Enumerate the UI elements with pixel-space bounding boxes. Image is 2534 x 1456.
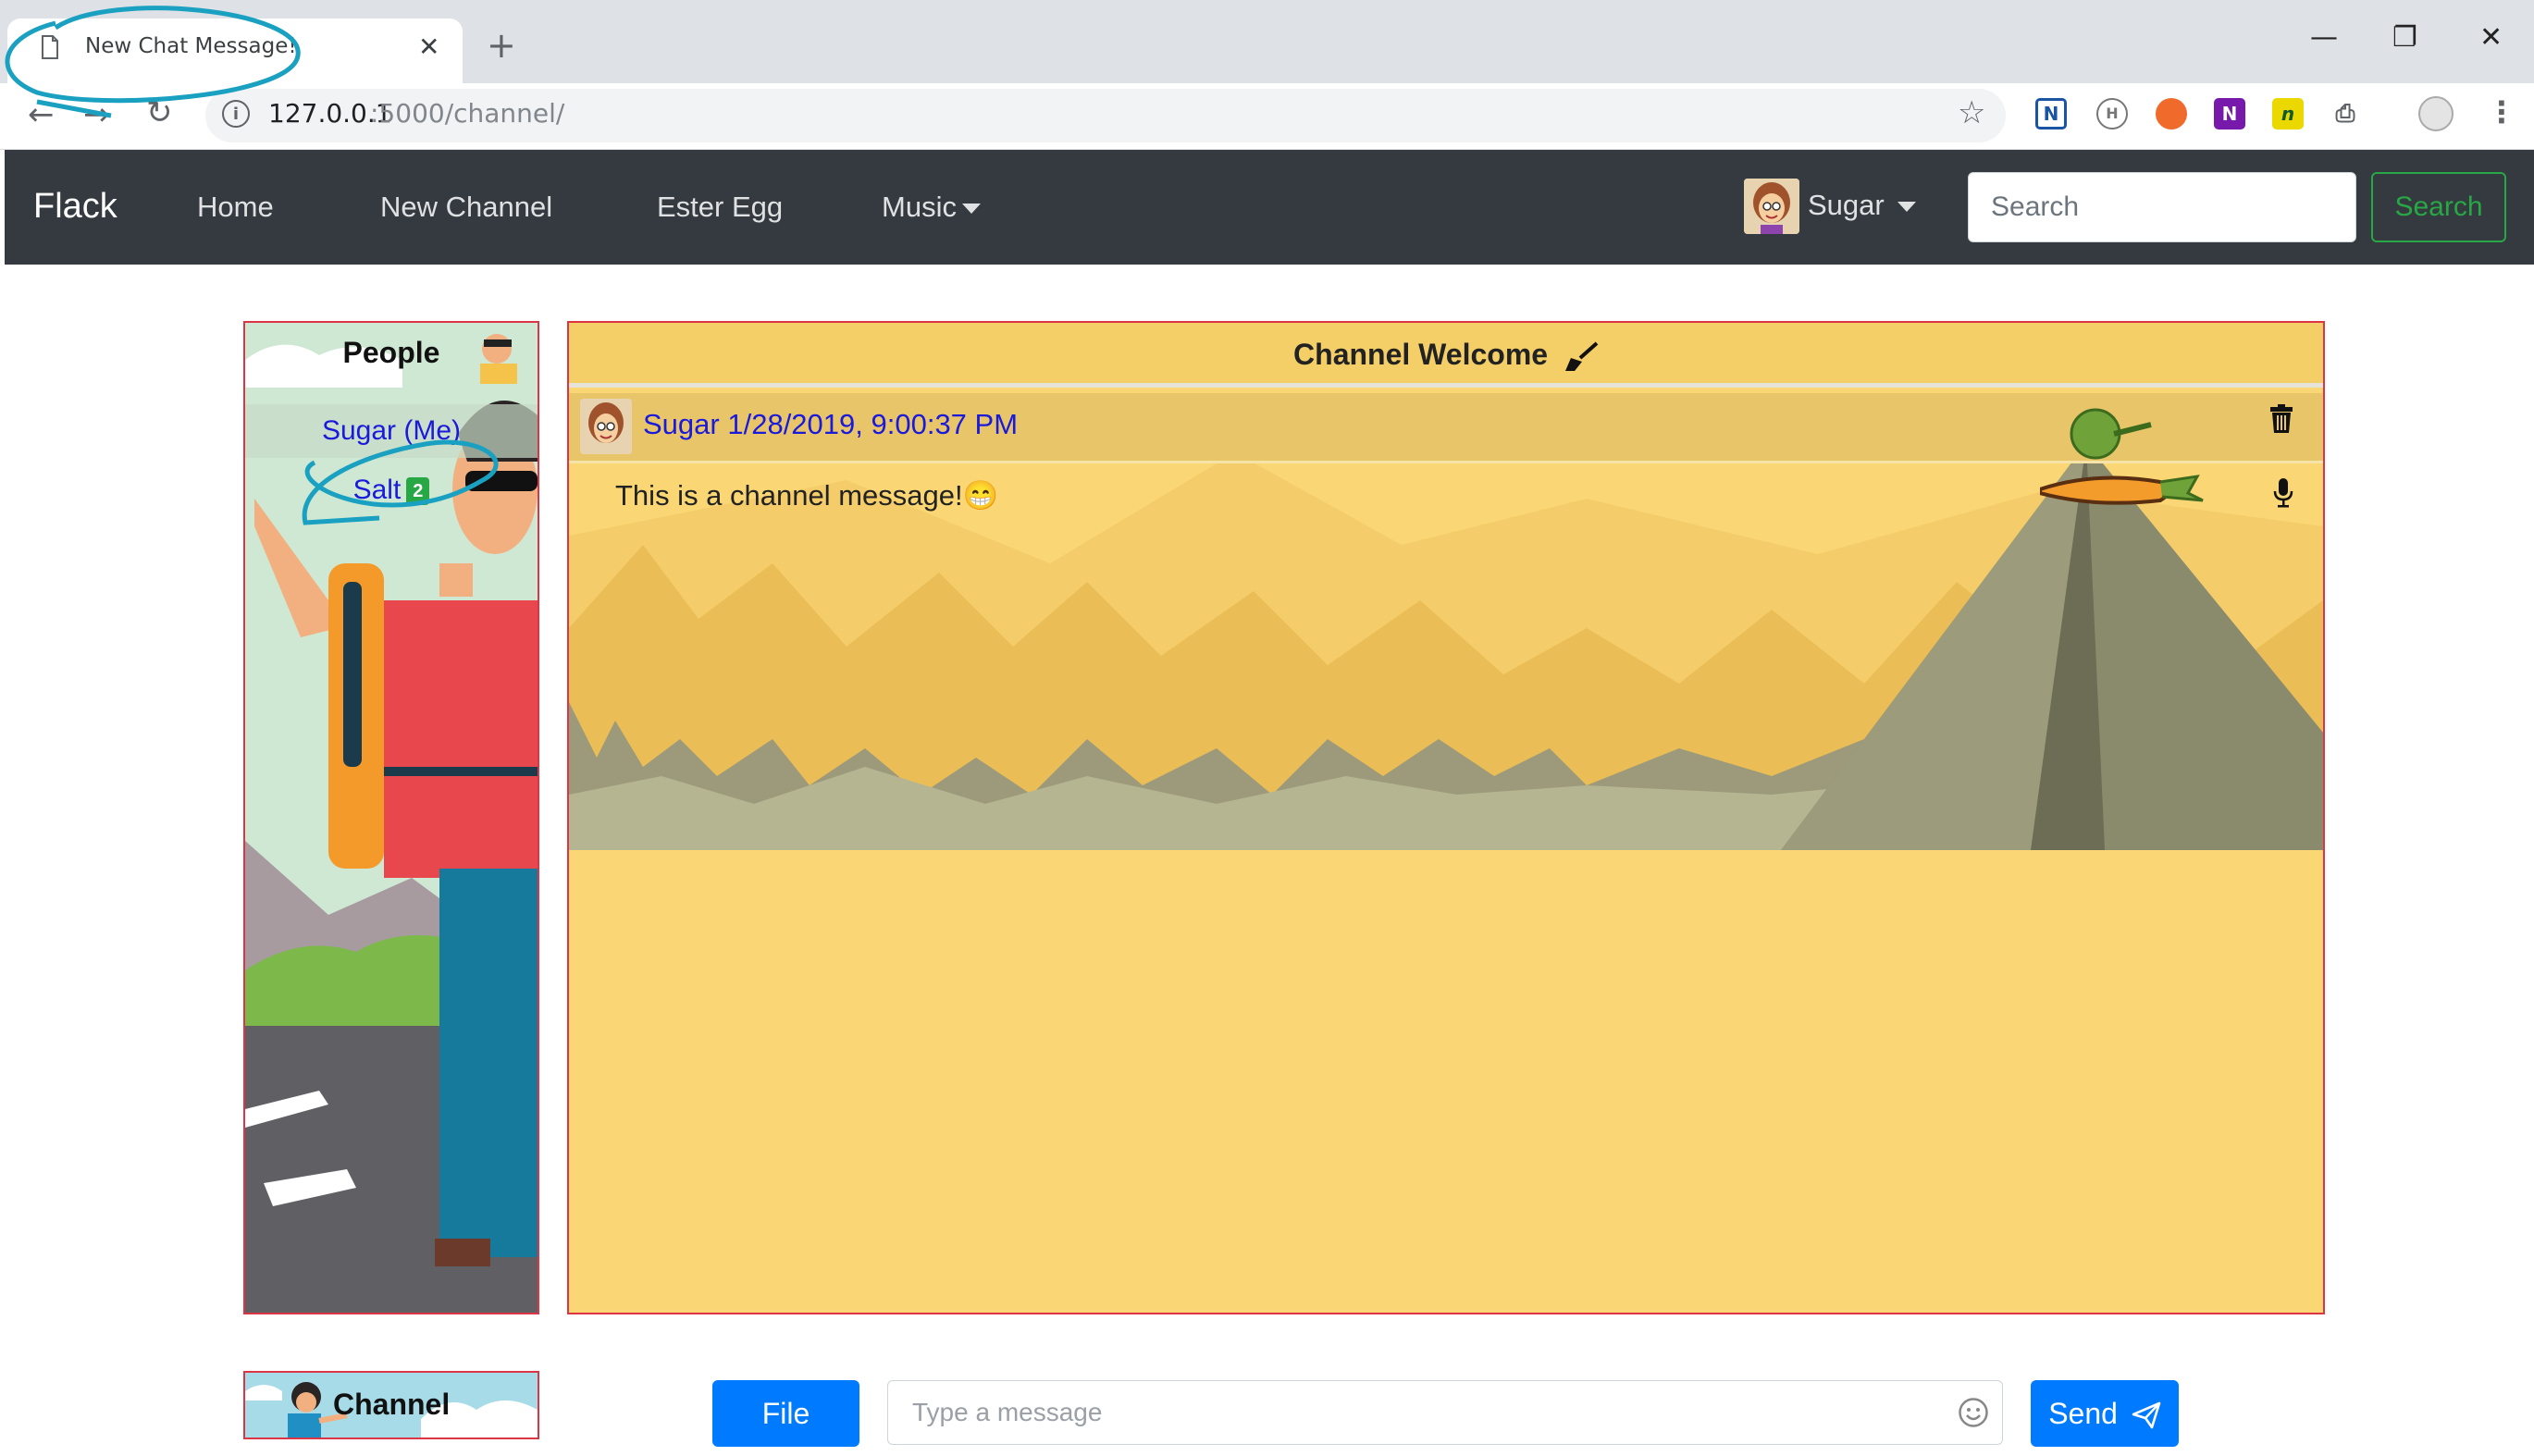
print-icon[interactable]: ⎙ [2330,98,2361,130]
file-button[interactable]: File [712,1380,859,1447]
new-tab-button[interactable]: + [487,28,516,63]
grin-emoji: 😁 [962,479,999,512]
nav-ester-egg[interactable]: Ester Egg [657,191,783,224]
nav-music-label: Music [882,191,957,223]
user-dropdown[interactable]: Sugar [1808,189,1916,222]
onenote-icon[interactable]: N [2214,98,2245,130]
profile-avatar-icon[interactable] [2418,96,2454,131]
reload-icon[interactable]: ↻ [146,94,173,131]
nav-music-dropdown[interactable]: Music [882,191,981,224]
maximize-icon[interactable]: ❐ [2392,24,2417,52]
carrot-illustration [2040,408,2204,505]
url-path: :5000/channel/ [370,98,565,129]
message-author: Sugar [643,408,720,440]
nav-new-channel[interactable]: New Channel [380,191,552,224]
camping-background-illustration [569,462,2323,1229]
send-button[interactable]: Send [2031,1380,2179,1447]
browser-menu-icon[interactable]: ⋮ [2487,94,2516,130]
people-title: People [342,336,440,369]
message-input[interactable] [887,1380,2003,1445]
message-author-avatar [580,399,632,454]
caret-down-icon [1897,202,1916,213]
search-input[interactable] [1968,172,2356,242]
channel-title: Channel Welcome [569,338,2323,373]
message-timestamp: 1/28/2019, 9:00:37 PM [727,408,1019,440]
person-item-salt[interactable]: Salt 2 [245,467,538,513]
user-name: Sugar [1808,189,1885,221]
channel-tag-label: Channel [333,1388,451,1421]
n-yellow-extension-icon[interactable]: n [2272,98,2304,130]
message-text-content: This is a channel message! [615,479,963,512]
trash-icon[interactable] [2269,404,2293,438]
tab-title: New Chat Message! [85,34,297,58]
brand-logo[interactable]: Flack [33,187,117,227]
paper-plane-icon [2132,1401,2161,1429]
minimize-icon[interactable]: — [2310,24,2338,52]
h-extension-icon[interactable]: H [2096,98,2128,130]
forward-arrow-icon[interactable]: → [83,96,110,133]
document-icon [41,35,59,63]
person-item-sugar[interactable]: Sugar (Me) [245,404,538,458]
n-extension-icon[interactable]: N [2035,98,2067,130]
people-panel: People Sugar (Me) Salt 2 [243,321,539,1314]
channel-panel: Channel Welcome Sugar 1/28/2019, 9:00:37… [567,321,2325,1314]
send-label: Send [2048,1396,2118,1430]
person-name: Salt [352,475,402,505]
search-button[interactable]: Search [2371,172,2506,242]
message-text: This is a channel message!😁 [615,478,998,512]
channel-tag[interactable]: Channel [243,1371,539,1439]
back-arrow-icon[interactable]: ← [28,96,55,133]
orange-extension-icon[interactable] [2156,98,2187,130]
tab-close-icon[interactable]: ✕ [418,31,439,62]
broom-icon [1564,341,1599,371]
emoji-picker-icon[interactable] [1958,1397,1989,1432]
unread-badge: 2 [406,477,430,506]
caret-down-icon [961,204,981,215]
user-avatar [1744,179,1799,234]
info-icon[interactable]: i [222,100,250,128]
channel-title-text: Channel Welcome [1293,338,1549,371]
window-close-icon[interactable]: ✕ [2479,24,2503,52]
message-meta: Sugar 1/28/2019, 9:00:37 PM [643,408,1018,441]
nav-home[interactable]: Home [197,191,274,224]
microphone-icon[interactable] [2273,478,2293,512]
bookmark-star-icon[interactable]: ☆ [1958,94,1985,131]
